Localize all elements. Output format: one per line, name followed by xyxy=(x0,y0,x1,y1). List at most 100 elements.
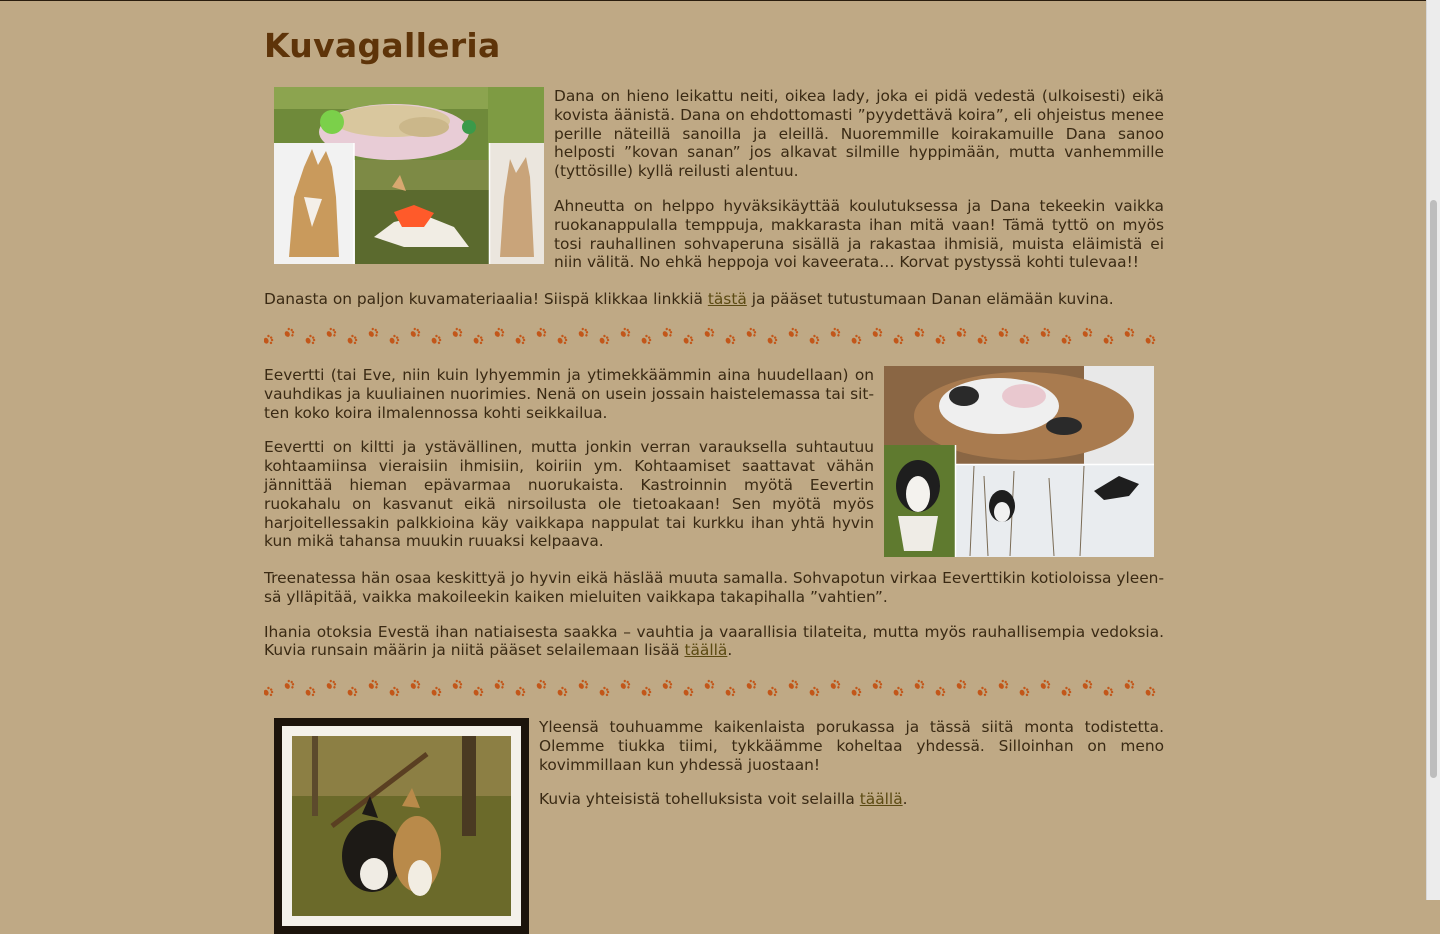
paw-print xyxy=(725,334,736,345)
paw-print xyxy=(725,686,736,697)
paw-print xyxy=(830,327,841,337)
photo-mat xyxy=(282,726,521,926)
paw-print xyxy=(284,679,295,689)
paw-print xyxy=(557,334,568,345)
dana-link-text-before: Danasta on paljon kuvamateriaalia! Siisp… xyxy=(264,290,708,308)
vertical-scrollbar[interactable] xyxy=(1426,0,1440,900)
paw-print xyxy=(1103,334,1114,345)
paw-print xyxy=(578,327,589,337)
paw-print xyxy=(326,327,337,337)
eevertti-link-text-after: . xyxy=(727,641,733,660)
dana-paragraph-2: Ahneutta on helppo hyväksikäyttää koulut… xyxy=(554,196,1164,272)
paw-print xyxy=(746,679,757,689)
paw-print xyxy=(620,327,631,337)
paw-print xyxy=(1124,327,1135,337)
paw-print xyxy=(914,327,925,337)
together-link-paragraph: Kuvia yhteisistä tohelluksista voit sela… xyxy=(539,790,1164,809)
paw-print xyxy=(452,327,463,337)
paw-print xyxy=(1082,679,1093,689)
together-gallery-link[interactable]: täällä xyxy=(860,790,903,808)
together-framed-photo[interactable] xyxy=(274,718,529,934)
paw-prints-icon xyxy=(264,327,1156,345)
paw-print xyxy=(683,686,694,697)
paw-print xyxy=(494,327,505,337)
paw-print xyxy=(746,327,757,337)
paw-print xyxy=(977,334,988,345)
paw-print xyxy=(431,334,442,345)
together-link-text-before: Kuvia yhteisistä tohelluksista voit sela… xyxy=(539,790,860,809)
paw-print xyxy=(1145,686,1156,697)
paw-print xyxy=(1061,334,1072,345)
paw-print xyxy=(347,334,358,345)
scrollbar-thumb[interactable] xyxy=(1430,200,1437,778)
paw-prints-icon xyxy=(264,679,1156,697)
dana-photo-collage[interactable] xyxy=(274,87,544,264)
paw-print xyxy=(305,686,316,697)
paw-print xyxy=(662,327,673,337)
eevertti-photo-collage[interactable] xyxy=(884,366,1154,557)
paw-print xyxy=(662,679,673,689)
paw-print xyxy=(893,686,904,697)
together-description: Yleensä touhuamme kaikenlaista porukassa… xyxy=(539,718,1164,809)
paw-print xyxy=(368,327,379,337)
paw-print xyxy=(410,327,421,337)
paw-print xyxy=(1103,686,1114,697)
together-paragraph-1: Yleensä touhuamme kaikenlaista porukassa… xyxy=(539,718,1164,774)
paw-print xyxy=(872,327,883,337)
paw-print xyxy=(893,334,904,345)
dana-link-line: Danasta on paljon kuvamateriaalia! Siisp… xyxy=(264,290,1164,309)
together-link-text-after: . xyxy=(902,790,908,809)
paw-print xyxy=(830,679,841,689)
together-photo-image xyxy=(292,736,511,916)
paw-print xyxy=(998,327,1009,337)
paw-print xyxy=(515,334,526,345)
paw-print xyxy=(284,327,295,337)
paw-print xyxy=(872,679,883,689)
eevertti-more: Treenatessa hän osaa keskittyä jo hyvin … xyxy=(264,569,1164,660)
paw-print xyxy=(851,686,862,697)
dana-collage-image xyxy=(274,87,544,264)
paw-print xyxy=(935,686,946,697)
window-top-border xyxy=(0,0,1427,1)
paw-print xyxy=(599,686,610,697)
paw-print xyxy=(683,334,694,345)
paw-print xyxy=(998,679,1009,689)
paw-print xyxy=(704,327,715,337)
paw-print xyxy=(515,686,526,697)
paw-print xyxy=(410,679,421,689)
page-title: Kuvagalleria xyxy=(264,26,501,65)
paw-print xyxy=(389,334,400,345)
paw-print xyxy=(536,679,547,689)
paw-print xyxy=(536,327,547,337)
paw-print xyxy=(599,334,610,345)
paw-print xyxy=(620,679,631,689)
paw-print xyxy=(264,334,274,345)
paw-print xyxy=(452,679,463,689)
dana-paragraph-1: Dana on hieno leikattu neiti, oikea lady… xyxy=(554,87,1164,181)
paw-print xyxy=(767,334,778,345)
eevertti-paragraph-3: Treenatessa hän osaa keskittyä jo hyvin … xyxy=(264,569,1164,606)
eevertti-link-paragraph: Ihania otoksia Evestä ihan natiaisesta s… xyxy=(264,623,1164,661)
eevertti-description: Eevertti (tai Eve, niin kuin lyhyemmin j… xyxy=(264,366,874,551)
paw-print xyxy=(494,679,505,689)
paw-print-divider xyxy=(264,324,1164,350)
paw-print xyxy=(1124,679,1135,689)
eevertti-collage-image xyxy=(884,366,1154,557)
paw-print xyxy=(368,679,379,689)
paw-print xyxy=(473,334,484,345)
paw-print xyxy=(788,679,799,689)
paw-print xyxy=(788,327,799,337)
dana-description: Dana on hieno leikattu neiti, oikea lady… xyxy=(554,87,1164,272)
eevertti-gallery-link[interactable]: täällä xyxy=(684,641,727,659)
paw-print xyxy=(641,686,652,697)
paw-print xyxy=(809,334,820,345)
paw-print xyxy=(1145,334,1156,345)
paw-print xyxy=(1082,327,1093,337)
paw-print xyxy=(1061,686,1072,697)
paw-print xyxy=(578,679,589,689)
dana-gallery-link[interactable]: tästä xyxy=(708,290,747,308)
paw-print xyxy=(1040,327,1051,337)
paw-print xyxy=(473,686,484,697)
paw-print xyxy=(809,686,820,697)
paw-print xyxy=(956,327,967,337)
